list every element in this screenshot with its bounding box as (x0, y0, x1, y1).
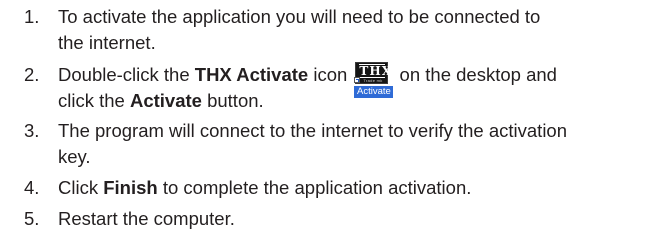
step-text: Double-click the THX Activate icon THX Tr… (58, 62, 658, 114)
shortcut-arrow-icon (354, 77, 361, 83)
thx-activate-icon: THX Trade mk Activate (354, 62, 394, 100)
step-text: Restart the computer. (58, 206, 658, 232)
step-text-line: To activate the application you will nee… (58, 6, 541, 27)
step-text-line: Click Finish to complete the application… (58, 175, 658, 201)
text-run: Click (58, 177, 104, 198)
activate-button-label: Activate (129, 90, 202, 111)
instructions-document: 1. To activate the application you will … (0, 0, 669, 245)
step-text-line: the internet. (58, 32, 156, 53)
step-number: 3. (24, 120, 40, 141)
step-text-line: The program will connect to the internet… (58, 120, 568, 141)
step-number: 5. (24, 208, 40, 229)
step-number: 1. (24, 6, 40, 27)
thx-activate-label: THX Activate (194, 64, 309, 85)
step-text: Click Finish to complete the application… (58, 175, 658, 201)
text-run: button. (201, 90, 264, 111)
thx-logo-subtext: Trade mk (363, 78, 383, 83)
step-number: 4. (24, 177, 40, 198)
text-run: icon (308, 64, 353, 85)
text-run: to complete the application activation. (157, 177, 472, 198)
text-run: on the desktop and (394, 64, 557, 85)
step-text-line: Double-click the THX Activate icon THX Tr… (58, 62, 658, 98)
step-text: To activate the application you will nee… (58, 4, 658, 56)
text-run: click the (58, 90, 130, 111)
text-run: Double-click the (58, 64, 195, 85)
step-text-line: key. (58, 146, 91, 167)
step-text-line: Restart the computer. (58, 208, 235, 229)
thx-logo-mark: THX (359, 64, 392, 78)
thx-icon-caption: Activate (354, 86, 394, 98)
thx-logo-bar (359, 64, 386, 65)
step-text: The program will connect to the internet… (58, 118, 658, 170)
step-number: 2. (24, 64, 40, 85)
finish-button-label: Finish (103, 177, 158, 198)
